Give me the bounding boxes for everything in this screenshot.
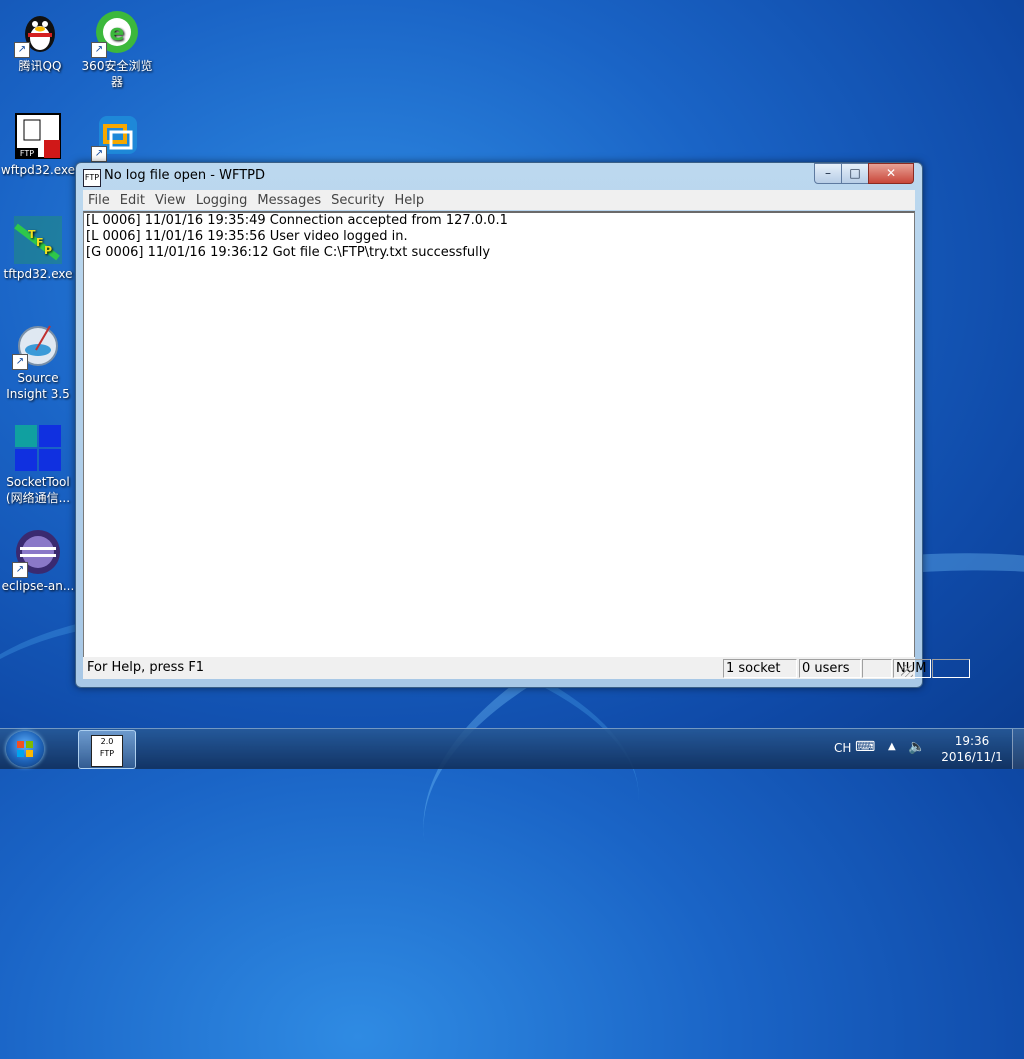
log-line: [L 0006] 11/01/16 19:35:49 Connection ac… <box>86 213 508 228</box>
status-bar: For Help, press F1 1 socket 0 users NUM <box>83 657 970 679</box>
desktop-icon-label: 腾讯QQ <box>18 59 62 73</box>
desktop-icon-label: 360安全浏览 <box>81 59 153 73</box>
shortcut-arrow-icon: ↗ <box>12 354 28 370</box>
clock-time: 19:36 <box>954 734 990 748</box>
desktop-icon-label: (网络通信... <box>5 491 71 505</box>
task-icon-label: FTP <box>99 749 115 758</box>
menu-messages[interactable]: Messages <box>252 190 326 210</box>
keyboard-icon[interactable]: ⌨ <box>855 739 875 755</box>
maximize-button[interactable]: □ <box>841 163 869 184</box>
menu-edit[interactable]: Edit <box>115 190 150 210</box>
title-bar[interactable]: FTP No log file open - WFTPD – □ ✕ <box>76 163 922 189</box>
menu-file[interactable]: File <box>83 190 115 210</box>
taskbar: 2.0 FTP CH ⌨ ▲ 🔈 19:36 2016/11/1 <box>0 728 1024 769</box>
show-desktop-button[interactable] <box>1012 729 1024 769</box>
menu-help[interactable]: Help <box>390 190 430 210</box>
status-sockets: 1 socket <box>723 659 797 678</box>
desktop-icon-label: SocketTool <box>6 475 70 489</box>
volume-icon[interactable]: 🔈 <box>908 739 925 755</box>
ftp-app-icon: 2.0 FTP <box>91 735 123 767</box>
vmware-icon: ↗ <box>91 112 141 162</box>
svg-text:F: F <box>36 236 44 249</box>
menu-logging[interactable]: Logging <box>191 190 253 210</box>
log-view[interactable]: [L 0006] 11/01/16 19:35:49 Connection ac… <box>83 211 915 658</box>
taskbar-wftpd-button[interactable]: 2.0 FTP <box>78 730 136 769</box>
log-line: [L 0006] 11/01/16 19:35:56 User video lo… <box>86 229 408 244</box>
desktop-icon-tftpd32[interactable]: T F P tftpd32.exe <box>0 216 76 282</box>
shortcut-arrow-icon: ↗ <box>91 146 107 162</box>
shortcut-arrow-icon: ↗ <box>12 562 28 578</box>
desktop-icon-label: Source <box>17 371 59 385</box>
desktop-icon-wftpd32[interactable]: FTP wftpd32.exe <box>0 112 76 178</box>
svg-text:P: P <box>44 244 52 257</box>
penguin-icon: ↗ <box>14 8 64 58</box>
desktop-icon-label: wftpd32.exe <box>0 163 76 177</box>
shortcut-arrow-icon: ↗ <box>14 42 30 58</box>
desktop-icon-label: eclipse-an... <box>1 579 75 593</box>
source-insight-icon: ↗ <box>12 320 62 370</box>
language-indicator[interactable]: CH <box>834 741 851 755</box>
tftp-app-icon: T F P <box>14 216 62 264</box>
wftpd-window: FTP No log file open - WFTPD – □ ✕ File E… <box>75 162 970 688</box>
start-button[interactable] <box>6 731 44 767</box>
desktop-icon-qq[interactable]: ↗ 腾讯QQ <box>2 8 78 74</box>
clock[interactable]: 19:36 2016/11/1 <box>930 733 1014 765</box>
log-line: [G 0006] 11/01/16 19:36:12 Got file C:\F… <box>86 245 491 260</box>
desktop-icon-360-browser[interactable]: e ↗ 360安全浏览 器 <box>79 8 155 90</box>
resize-grip[interactable] <box>901 665 913 677</box>
window-title: No log file open - WFTPD <box>104 168 265 183</box>
desktop-icon-label: 器 <box>110 75 123 89</box>
status-users: 0 users <box>799 659 861 678</box>
eclipse-icon: ↗ <box>12 528 62 578</box>
browser-e-icon: e ↗ <box>91 8 141 58</box>
minimize-button[interactable]: – <box>814 163 842 184</box>
desktop-icon-label: tftpd32.exe <box>3 267 73 281</box>
sockettool-icon <box>14 424 62 472</box>
menu-view[interactable]: View <box>150 190 191 210</box>
windows-logo-icon <box>17 741 33 757</box>
desktop-icon-sockettool[interactable]: SocketTool (网络通信... <box>0 424 76 506</box>
clock-date: 2016/11/1 <box>941 750 1003 764</box>
tray-expand-icon[interactable]: ▲ <box>888 741 896 752</box>
shortcut-arrow-icon: ↗ <box>91 42 107 58</box>
desktop-icon-vmware[interactable]: ↗ <box>79 112 155 162</box>
menu-bar: File Edit View Logging Messages Security Help <box>83 190 915 210</box>
desktop-icon-label: Insight 3.5 <box>6 387 70 401</box>
status-blank-pane <box>932 659 970 678</box>
status-help-text: For Help, press F1 <box>87 660 205 675</box>
svg-text:T: T <box>28 228 36 241</box>
close-button[interactable]: ✕ <box>868 163 914 184</box>
svg-text:e: e <box>110 21 125 46</box>
menu-security[interactable]: Security <box>326 190 389 210</box>
status-blank-pane <box>862 659 892 678</box>
desktop-icon-source-insight[interactable]: ↗ Source Insight 3.5 <box>0 320 76 402</box>
task-icon-version: 2.0 <box>100 737 114 746</box>
svg-text:FTP: FTP <box>20 149 34 158</box>
ftp-app-icon: FTP <box>14 112 62 160</box>
desktop-icon-eclipse[interactable]: ↗ eclipse-an... <box>0 528 76 594</box>
ftp-app-icon[interactable]: FTP <box>83 169 101 187</box>
